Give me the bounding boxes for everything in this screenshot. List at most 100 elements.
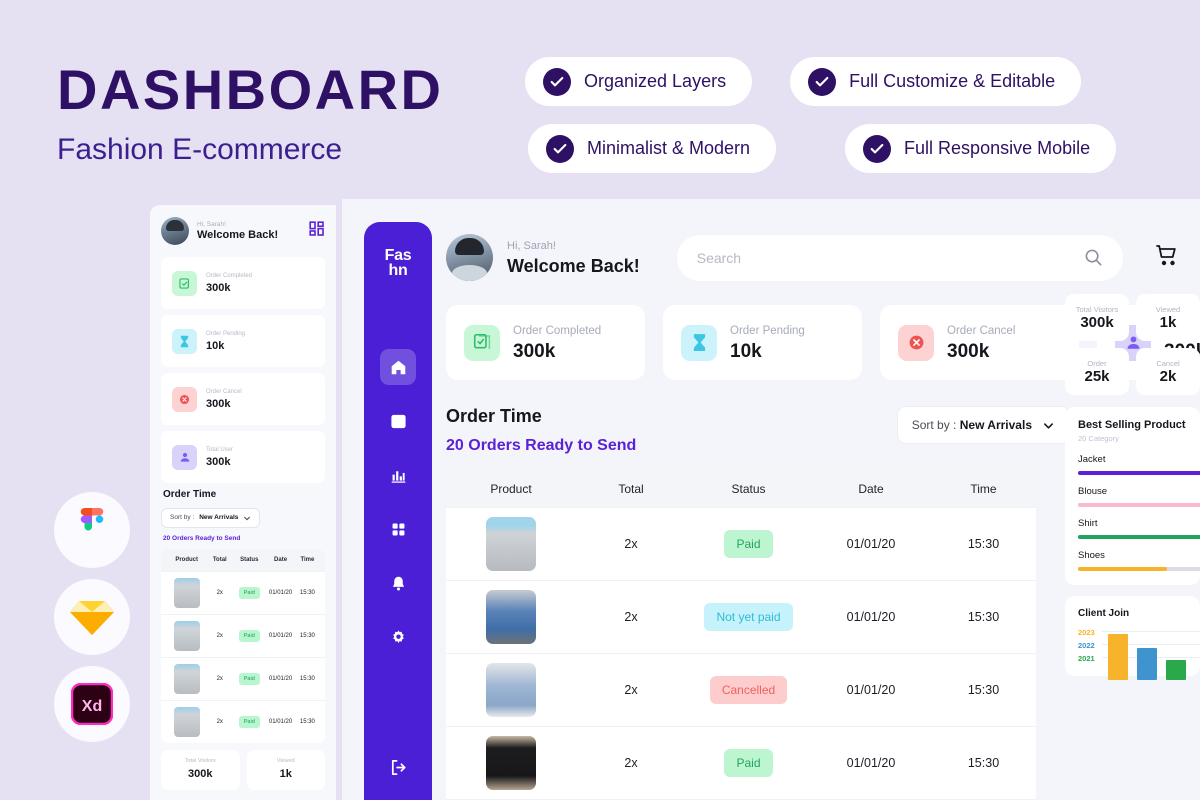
mini-header: Hi, Sarah! Welcome Back! xyxy=(161,217,325,245)
check-icon xyxy=(863,134,892,163)
mini-cell-date: 01/01/20 xyxy=(268,589,293,596)
mini-stat-label: Order Cancel xyxy=(206,389,242,396)
best-selling-title: Best Selling Product xyxy=(1078,419,1186,431)
client-join-chart: Client Join 2023 2022 2021 xyxy=(1065,596,1200,680)
adobe-xd-logo-icon: Xd xyxy=(54,666,130,742)
client-join-body: 2023 2022 2021 xyxy=(1078,628,1200,680)
legend-2023: 2023 xyxy=(1078,628,1095,637)
product-thumbnail xyxy=(486,663,536,717)
product-thumbnail xyxy=(486,517,536,571)
mini-table-row: 2x Paid 01/01/20 15:30 xyxy=(161,699,325,743)
cell-total: 2x xyxy=(624,610,638,624)
mini-stat-value: 300k xyxy=(206,397,231,410)
sort-by-prefix: Sort by : xyxy=(911,418,960,432)
hourglass-icon xyxy=(681,324,717,361)
sort-by-dropdown[interactable]: Sort by : New Arrivals xyxy=(896,406,1070,444)
mini-col-product: Product xyxy=(175,556,198,563)
table-row[interactable]: 2x Cancelled 01/01/20 15:30 xyxy=(446,653,1036,726)
rail-stat-label: Order xyxy=(1087,358,1107,368)
logout-button[interactable] xyxy=(389,758,408,782)
table-row[interactable]: 2x Paid 01/01/20 15:30 xyxy=(446,507,1036,580)
grid-icon xyxy=(392,523,404,535)
column-product: Product xyxy=(490,482,532,496)
cell-time: 15:30 xyxy=(967,756,1000,770)
client-join-title: Client Join xyxy=(1078,608,1130,619)
mini-col-date: Date xyxy=(274,556,288,563)
cell-time: 15:30 xyxy=(967,610,1000,624)
best-selling-name: Blouse xyxy=(1078,486,1108,497)
promo-subtitle: Fashion E-commerce xyxy=(57,133,343,166)
feature-badge: Organized Layers xyxy=(525,57,753,106)
status-badge: Paid xyxy=(238,629,260,642)
status-badge: Not yet paid xyxy=(704,603,793,631)
sidebar-item-settings[interactable] xyxy=(380,619,416,655)
mini-cell-date: 01/01/20 xyxy=(268,718,293,725)
mini-stat-value: 300k xyxy=(206,455,231,468)
sidebar-item-analytics[interactable] xyxy=(380,457,416,493)
check-icon xyxy=(546,134,574,163)
grid-icon[interactable] xyxy=(309,220,325,242)
sidebar-item-home[interactable] xyxy=(380,349,416,385)
mini-welcome: Welcome Back! xyxy=(197,229,279,242)
sketch-logo-icon xyxy=(54,579,130,655)
logout-icon xyxy=(391,759,406,776)
client-join-plot xyxy=(1101,628,1200,680)
mini-sort-dropdown[interactable]: Sort by : New Arrivals xyxy=(161,507,261,528)
search-input[interactable] xyxy=(696,249,1084,266)
brand-logo-line2: hn xyxy=(388,261,408,279)
mini-cell-time: 15:30 xyxy=(299,589,315,596)
cell-date: 01/01/20 xyxy=(846,610,896,624)
rail-stat-label: Viewed xyxy=(1155,304,1181,314)
promo-title: DASHBOARD xyxy=(57,58,444,121)
mini-order-table: Product Total Status Date Time 2x Paid 0… xyxy=(161,548,325,743)
mini-bottom-stat: Viewed 1k xyxy=(246,749,325,790)
mini-col-status: Status xyxy=(240,556,259,563)
progress-track xyxy=(1078,503,1200,507)
list-icon xyxy=(390,414,406,428)
table-row[interactable]: 2x Not yet paid 01/01/20 15:30 xyxy=(446,580,1036,653)
column-status: Status xyxy=(731,482,766,496)
mini-bottom-stat: Total Visitors 300k xyxy=(161,749,240,790)
search-icon[interactable] xyxy=(1084,248,1103,267)
cell-total: 2x xyxy=(624,537,638,551)
mini-sort-value: New Arrivals xyxy=(199,514,239,521)
chevron-down-icon[interactable] xyxy=(1042,419,1055,432)
progress-fill xyxy=(1078,535,1200,539)
best-selling-item: Jacket xyxy=(1078,454,1200,475)
mini-stat-card: Order Completed 300k xyxy=(161,257,325,309)
feature-badge: Minimalist & Modern xyxy=(528,124,777,173)
product-thumbnail xyxy=(173,577,200,608)
mini-order-title: Order Time xyxy=(163,489,217,500)
mini-bottom-label: Viewed xyxy=(276,757,295,764)
cart-button[interactable] xyxy=(1155,243,1179,272)
rail-stat-value: 2k xyxy=(1159,367,1177,385)
rail-stat-cancel: Cancel 2k xyxy=(1136,348,1200,395)
user-icon xyxy=(172,444,197,470)
sidebar-item-apps[interactable] xyxy=(380,511,416,547)
sidebar-item-notifications[interactable] xyxy=(380,565,416,601)
legend-2021: 2021 xyxy=(1078,654,1095,663)
mini-cell-time: 15:30 xyxy=(299,718,315,725)
mini-greeting: Hi, Sarah! xyxy=(197,220,226,228)
best-selling-item: Shoes xyxy=(1078,550,1200,571)
column-total: Total xyxy=(618,482,644,496)
status-badge: Paid xyxy=(238,586,260,599)
sidebar-item-orders[interactable] xyxy=(380,403,416,439)
best-selling-subtitle: 20 Category xyxy=(1078,434,1119,443)
stat-value: 10k xyxy=(730,340,762,362)
best-selling-name: Shoes xyxy=(1078,550,1105,561)
cell-total: 2x xyxy=(624,756,638,770)
search-bar[interactable] xyxy=(676,234,1123,281)
right-rail: Total Visitors 300k Viewed 1k Order 25k … xyxy=(1065,294,1200,680)
mini-stat-card: Order Pending 10k xyxy=(161,315,325,367)
column-time: Time xyxy=(970,482,997,496)
table-row[interactable]: 2x Paid 01/01/20 15:30 xyxy=(446,726,1036,799)
mini-table-header: Product Total Status Date Time xyxy=(161,548,325,571)
table-header-row: Product Total Status Date Time xyxy=(446,471,1036,507)
stat-label: Order Completed xyxy=(513,325,602,338)
home-icon xyxy=(391,360,405,374)
client-join-bars xyxy=(1107,628,1186,680)
mini-preview-panel: Hi, Sarah! Welcome Back! Order Completed… xyxy=(150,205,336,800)
screenshot-root: DASHBOARD Fashion E-commerce Organized L… xyxy=(0,0,1200,800)
bar-2022 xyxy=(1136,648,1157,680)
